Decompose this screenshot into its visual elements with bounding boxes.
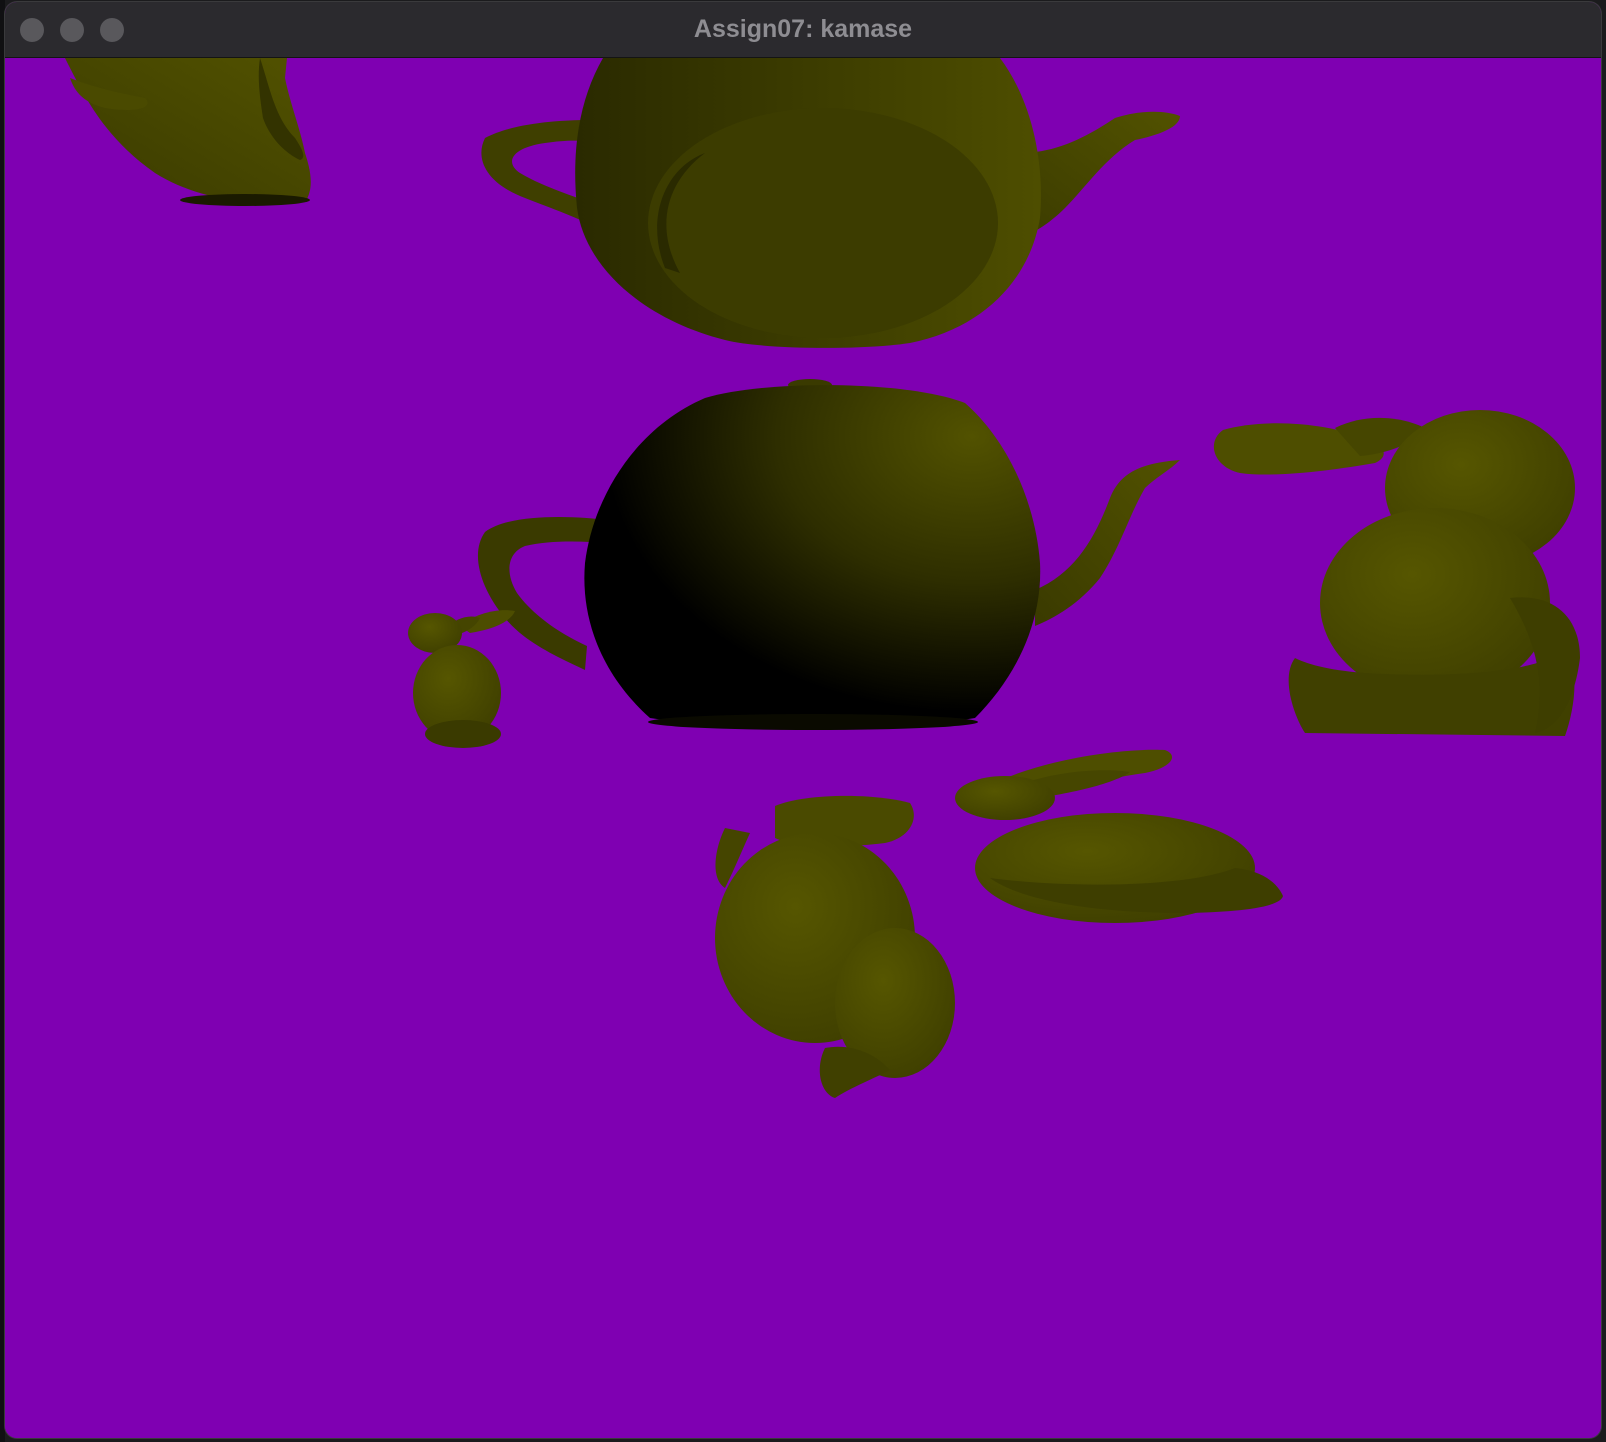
window-title: Assign07: kamase	[693, 15, 913, 43]
app-window: Assign07: kamase	[5, 2, 1601, 1438]
scene-canvas	[65, 58, 1580, 1098]
title-bar[interactable]: Assign07: kamase	[5, 2, 1601, 58]
teapot-tilted	[65, 58, 311, 206]
teapot-upside-down	[481, 58, 1180, 348]
bunny-large	[1213, 410, 1580, 736]
bunny-small	[408, 610, 515, 748]
bunny-inverted	[715, 795, 955, 1098]
bunny-lying	[955, 749, 1283, 923]
teapot-upright	[477, 379, 1180, 730]
render-viewport[interactable]	[5, 58, 1601, 1438]
